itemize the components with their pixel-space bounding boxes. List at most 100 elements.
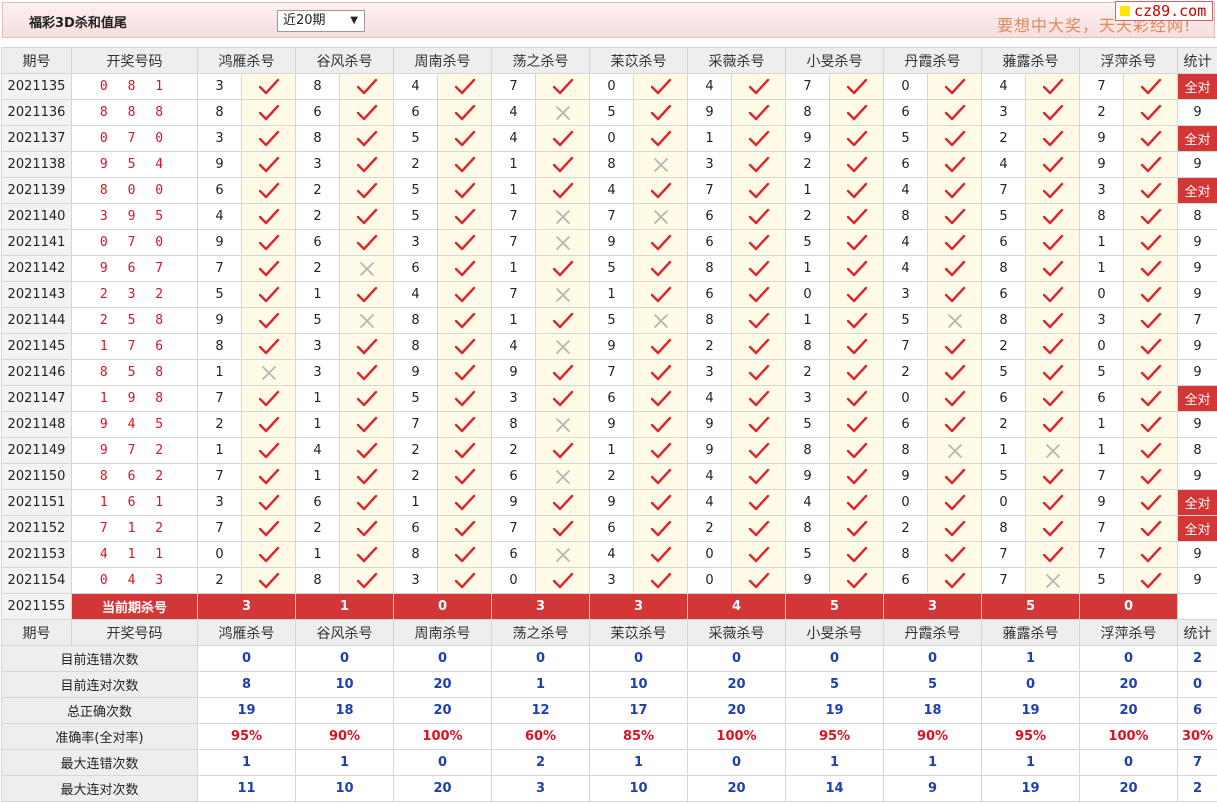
kill-number-cell: 2 bbox=[491, 437, 536, 464]
site-logo[interactable]: cz89.com bbox=[1115, 1, 1213, 21]
stat-value: 10 bbox=[295, 671, 394, 698]
table-row: 2021135 0 8 1 3 8 4 7 0 4 7 0 4 7 全对 bbox=[1, 73, 1217, 100]
check-icon bbox=[437, 151, 492, 178]
check-icon bbox=[927, 151, 982, 178]
kill-number-cell: 9 bbox=[197, 307, 242, 334]
kill-number-cell: 4 bbox=[295, 437, 340, 464]
check-icon bbox=[1025, 177, 1080, 204]
period-select[interactable]: 近20期 ▼ bbox=[277, 10, 365, 32]
check-icon bbox=[1123, 385, 1178, 412]
issue-cell: 2021153 bbox=[1, 541, 72, 568]
check-icon bbox=[829, 125, 884, 152]
logo-text: cz89.com bbox=[1134, 2, 1207, 20]
kill-number-cell: 1 bbox=[491, 177, 536, 204]
stat-value: 10 bbox=[589, 671, 688, 698]
check-icon bbox=[633, 437, 688, 464]
issue-cell: 2021144 bbox=[1, 307, 72, 334]
kill-number-cell: 1 bbox=[785, 307, 830, 334]
kill-number-cell: 0 bbox=[687, 541, 732, 568]
issue-cell: 2021149 bbox=[1, 437, 72, 464]
cross-icon bbox=[633, 151, 688, 178]
check-icon bbox=[829, 229, 884, 256]
kill-number-cell: 3 bbox=[687, 359, 732, 386]
stat-value: 9 bbox=[883, 775, 982, 802]
kill-number-cell: 8 bbox=[393, 333, 438, 360]
stat-value: 10 bbox=[295, 775, 394, 802]
kill-number-cell: 3 bbox=[687, 151, 732, 178]
kill-number-cell: 4 bbox=[687, 463, 732, 490]
check-icon bbox=[829, 307, 884, 334]
kill-number-cell: 2 bbox=[393, 463, 438, 490]
kill-number-cell: 1 bbox=[491, 255, 536, 282]
stat-value: 0 bbox=[295, 645, 394, 672]
check-icon bbox=[829, 437, 884, 464]
issue-cell: 2021137 bbox=[1, 125, 72, 152]
current-kill-label: 当前期杀号 bbox=[71, 593, 198, 620]
kill-number-cell: 3 bbox=[197, 489, 242, 516]
check-icon bbox=[731, 385, 786, 412]
kill-number-cell: 2 bbox=[589, 463, 634, 490]
header-expert: 采薇杀号 bbox=[687, 47, 786, 74]
stat-value: 0 bbox=[687, 645, 786, 672]
check-icon bbox=[1025, 125, 1080, 152]
kill-number-cell: 2 bbox=[295, 515, 340, 542]
stat-value: 2 bbox=[491, 749, 590, 776]
header-expert: 鸿雁杀号 bbox=[197, 47, 296, 74]
stat-value: 1 bbox=[197, 749, 296, 776]
header-issue: 期号 bbox=[1, 619, 72, 646]
kill-number-cell: 5 bbox=[785, 229, 830, 256]
stat-value: 20 bbox=[687, 671, 786, 698]
kill-number-cell: 4 bbox=[589, 177, 634, 204]
draw-number-cell: 9 6 7 bbox=[71, 255, 198, 282]
check-icon bbox=[241, 151, 296, 178]
kill-number-cell: 4 bbox=[687, 489, 732, 516]
kill-number-cell: 1 bbox=[491, 307, 536, 334]
issue-cell: 2021146 bbox=[1, 359, 72, 386]
check-icon bbox=[1123, 203, 1178, 230]
draw-number-cell: 2 5 8 bbox=[71, 307, 198, 334]
check-icon bbox=[829, 567, 884, 594]
check-icon bbox=[437, 255, 492, 282]
stat-total: 0 bbox=[1177, 671, 1217, 698]
check-icon bbox=[731, 411, 786, 438]
row-stat-cell: 全对 bbox=[1177, 73, 1217, 100]
stat-value: 1 bbox=[295, 749, 394, 776]
check-icon bbox=[339, 463, 394, 490]
kill-number-cell: 1 bbox=[981, 437, 1026, 464]
kill-table: 期号 开奖号码 鸿雁杀号 谷风杀号 周南杀号 荡之杀号 苿苡杀号 采薇杀号 小旻杀号 丹霞杀号 蕥露… bbox=[1, 47, 1217, 802]
cross-icon bbox=[535, 99, 590, 126]
stat-value: 18 bbox=[295, 697, 394, 724]
kill-number-cell: 9 bbox=[589, 411, 634, 438]
row-stat-cell: 全对 bbox=[1177, 515, 1217, 542]
kill-number-cell: 4 bbox=[589, 541, 634, 568]
check-icon bbox=[927, 99, 982, 126]
kill-number-cell: 9 bbox=[687, 437, 732, 464]
header-expert: 蕥露杀号 bbox=[981, 619, 1080, 646]
kill-number-cell: 8 bbox=[197, 333, 242, 360]
kill-number-cell: 2 bbox=[197, 411, 242, 438]
kill-number-cell: 9 bbox=[687, 411, 732, 438]
kill-number-cell: 7 bbox=[1079, 73, 1124, 100]
kill-number-cell: 1 bbox=[1079, 255, 1124, 282]
check-icon bbox=[927, 281, 982, 308]
header-expert: 小旻杀号 bbox=[785, 47, 884, 74]
stat-value: 0 bbox=[687, 749, 786, 776]
kill-number-cell: 6 bbox=[295, 99, 340, 126]
check-icon bbox=[1025, 73, 1080, 100]
kill-number-cell: 2 bbox=[295, 177, 340, 204]
check-icon bbox=[633, 385, 688, 412]
current-kill-number: 1 bbox=[295, 593, 394, 620]
check-icon bbox=[241, 125, 296, 152]
check-icon bbox=[241, 73, 296, 100]
check-icon bbox=[535, 255, 590, 282]
kill-number-cell: 6 bbox=[883, 99, 928, 126]
check-icon bbox=[927, 567, 982, 594]
check-icon bbox=[1123, 437, 1178, 464]
kill-number-cell: 2 bbox=[393, 437, 438, 464]
kill-number-cell: 1 bbox=[197, 359, 242, 386]
check-icon bbox=[633, 411, 688, 438]
header-expert: 苿苡杀号 bbox=[589, 619, 688, 646]
check-icon bbox=[1123, 541, 1178, 568]
check-icon bbox=[1025, 99, 1080, 126]
stat-value: 19 bbox=[981, 697, 1080, 724]
